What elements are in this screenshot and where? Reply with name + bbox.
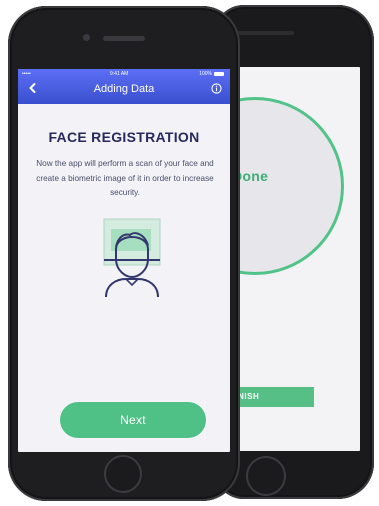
front-phone: ••••• 9:41 AM 100% Adding Data FACE REGI… [8, 6, 240, 501]
earpiece-speaker [103, 36, 145, 41]
home-button[interactable] [104, 455, 142, 493]
front-phone-screen: ••••• 9:41 AM 100% Adding Data FACE REGI… [18, 69, 230, 452]
nav-title: Adding Data [93, 83, 155, 95]
front-camera [83, 34, 90, 41]
battery-status: 100% [199, 71, 224, 77]
face-scan-icon [103, 218, 161, 297]
battery-label: 100% [199, 71, 212, 77]
signal-indicator: ••••• [22, 71, 31, 77]
status-time: 9:41 AM [110, 71, 129, 77]
page-title: FACE REGISTRATION [48, 129, 200, 145]
battery-icon [214, 71, 224, 76]
next-button[interactable]: Next [60, 402, 206, 438]
description-text: Now the app will perform a scan of your … [36, 159, 214, 197]
info-icon[interactable] [211, 83, 222, 94]
top-bar: ••••• 9:41 AM 100% Adding Data [18, 69, 230, 104]
back-phone-home-button[interactable] [246, 456, 286, 496]
